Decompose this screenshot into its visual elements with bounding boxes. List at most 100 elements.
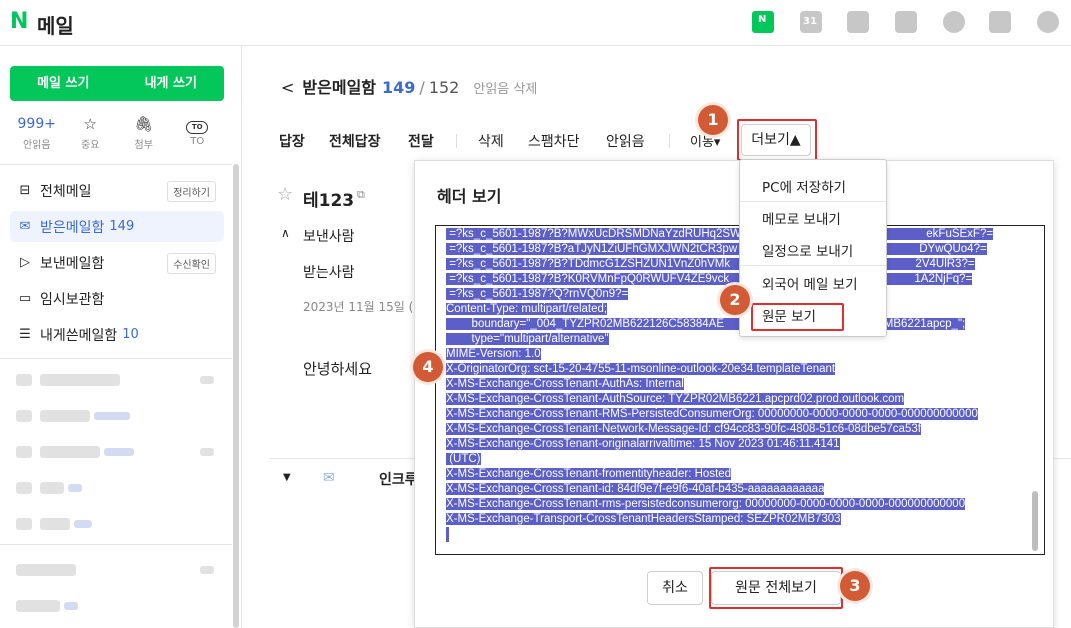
inbox-count: 149 [109, 219, 135, 234]
self-count: 10 [122, 327, 139, 342]
header-line-text: X-MS-Exchange-CrossTenant-AuthSource: TY… [446, 393, 905, 405]
header-line-text: X-MS-Exchange-CrossTenant-AuthAs: Intern… [446, 378, 684, 390]
grid-app-icon[interactable] [989, 11, 1011, 33]
to-filter[interactable]: TO TO [171, 114, 225, 151]
mark-unread-button[interactable]: 안읽음 [606, 131, 645, 151]
header-line: =?ks_c_5601-1987?B?MWxUcDRSMDNaYzdRUHq2S… [446, 227, 994, 242]
naver-logo[interactable]: N [10, 9, 28, 34]
sidebar: 메일 쓰기 내게 쓰기 999+ 안읽음 ☆ 중요 🖇 첨부 TO TO ⊟ 전… [0, 46, 242, 628]
header-line-text: X-MS-Exchange-Transport-CrossTenantHeade… [446, 513, 841, 525]
blurred-folder[interactable] [40, 482, 64, 494]
open-link-icon[interactable]: ⧉ [357, 188, 365, 202]
box-app-icon[interactable] [943, 11, 965, 33]
blurred-count [64, 602, 78, 610]
menu-save-pc[interactable]: PC에 저장하기 [762, 176, 846, 196]
quick-filters: 999+ 안읽음 ☆ 중요 🖇 첨부 TO TO [10, 114, 224, 151]
note-icon: ☰ [19, 327, 31, 342]
blurred-folder[interactable] [40, 374, 120, 386]
delete-unread-link[interactable]: 안읽음 삭제 [473, 78, 537, 97]
blurred-folder[interactable] [16, 600, 60, 612]
list-item-sender[interactable]: 인크루 [379, 469, 418, 489]
folder-title: 받은메일함 [302, 78, 377, 97]
blurred-folder[interactable] [40, 410, 90, 422]
header-line-text: X-OriginatorOrg: sct-15-20-4755-11-msonl… [446, 363, 836, 375]
sidebar-item-inbox[interactable]: ✉ 받은메일함 149 [10, 211, 224, 242]
block-spam-button[interactable]: 스팸차단 [528, 131, 580, 151]
read-receipt-button[interactable]: 수신확인 [167, 253, 216, 274]
blurred-folder-icon [16, 482, 32, 494]
header-line: Content-Type: multipart/related; [446, 302, 608, 317]
back-chevron-icon[interactable]: < [281, 78, 294, 97]
sidebar-item-drafts[interactable]: ▭ 임시보관함 [10, 283, 224, 314]
app-title[interactable]: 메일 [37, 10, 74, 39]
header-scrollbar[interactable] [1032, 491, 1038, 551]
sidebar-divider [0, 164, 232, 165]
blurred-count [94, 412, 130, 420]
step-badge-2: 2 [720, 285, 750, 315]
write-self-button[interactable]: 내게 쓰기 [118, 66, 225, 101]
header-line-text: (UTC) [446, 453, 481, 465]
forward-button[interactable]: 전달 [408, 131, 434, 151]
organize-button[interactable]: 정리하기 [167, 181, 216, 202]
menu-foreign-language[interactable]: 외국어 메일 보기 [762, 273, 858, 293]
delete-button[interactable]: 삭제 [478, 131, 504, 151]
attachment-filter[interactable]: 🖇 첨부 [117, 114, 171, 151]
header-line: X-MS-Exchange-CrossTenant-AuthAs: Intern… [446, 377, 684, 392]
header-line: X-MS-Exchange-CrossTenant-originalarriva… [446, 437, 840, 452]
cancel-button[interactable]: 취소 [647, 571, 703, 605]
write-buttons: 메일 쓰기 내게 쓰기 [10, 66, 224, 101]
menu-send-calendar[interactable]: 일정으로 보내기 [762, 240, 853, 260]
sidebar-item-self[interactable]: ☰ 내게쓴메일함 10 [10, 319, 224, 350]
star-icon: ☆ [83, 115, 97, 133]
header-line-text: Content-Type: multipart/related; [446, 303, 608, 315]
envelope-icon: ✉ [19, 219, 31, 234]
sidebar-divider [0, 358, 232, 359]
mail-body-text: 안녕하세요 [303, 360, 373, 378]
contacts-app-icon[interactable] [895, 11, 917, 33]
header-line [446, 527, 449, 542]
sidebar-item-all-mail[interactable]: ⊟ 전체메일 정리하기 [10, 175, 224, 206]
header-line-text: =?ks_c_5601-1987?B?TDdmcG1ZSHZUN1VnZ0hVM… [446, 258, 975, 270]
sidebar-divider [0, 544, 232, 545]
header-line-text: =?ks_c_5601-1987?B?K0RVMnFpQ0RWUFV4ZE9vc… [446, 273, 973, 285]
blurred-folder[interactable] [40, 518, 70, 530]
toolbar-divider [456, 134, 457, 148]
menu-send-memo[interactable]: 메모로 보내기 [762, 208, 841, 228]
pay-app-icon[interactable] [1037, 11, 1059, 33]
header-line: MIME-Version: 1.0 [446, 347, 541, 362]
blurred-folder-action [200, 566, 214, 574]
list-app-icon[interactable] [847, 11, 869, 33]
chevron-up-icon[interactable]: ∧ [281, 226, 290, 240]
header-line: (UTC) [446, 452, 481, 467]
sidebar-item-sent[interactable]: ▷ 보낸메일함 수신확인 [10, 247, 224, 278]
step-badge-4: 4 [413, 352, 443, 382]
highlight-view-source [751, 303, 844, 331]
mailbox-header: < 받은메일함 149 / 152 안읽음 삭제 [281, 74, 537, 98]
unread-label: 안읽음 [22, 140, 51, 151]
sidebar-scrollbar[interactable] [233, 164, 239, 628]
write-mail-button[interactable]: 메일 쓰기 [10, 66, 118, 101]
blurred-folder[interactable] [16, 564, 76, 576]
blurred-folder-icon [16, 410, 32, 422]
header-line-text: X-MS-Exchange-CrossTenant-RMS-PersistedC… [446, 408, 978, 420]
header-line-text: =?ks_c_5601-1987?B?aTJyN1ZiUFhGMXJWN2tCR… [446, 243, 987, 255]
attachment-label: 첨부 [134, 140, 153, 151]
unread-filter[interactable]: 999+ 안읽음 [10, 114, 64, 151]
blurred-folder[interactable] [40, 446, 100, 458]
reply-button[interactable]: 답장 [279, 131, 305, 151]
blurred-folder-action [200, 376, 214, 384]
mail-subject: 테123 [303, 191, 355, 211]
important-filter[interactable]: ☆ 중요 [64, 114, 118, 151]
mail-date: 2023년 11월 15일 ( [303, 300, 414, 314]
mail-app-icon[interactable]: N [752, 11, 774, 33]
total-count: 152 [428, 78, 460, 97]
top-bar: N 메일 N 31 [0, 0, 1071, 46]
star-icon[interactable]: ☆ [277, 184, 293, 205]
header-line: =?ks_c_5601-1987?Q?rnVQ0n9?= [446, 287, 629, 302]
calendar-app-icon[interactable]: 31 [800, 11, 822, 33]
send-icon: ▷ [20, 255, 30, 270]
menu-divider [740, 201, 886, 202]
blurred-folder-icon [16, 518, 32, 530]
collapse-arrow-icon[interactable]: ▼ [283, 472, 291, 483]
reply-all-button[interactable]: 전체답장 [329, 131, 381, 151]
